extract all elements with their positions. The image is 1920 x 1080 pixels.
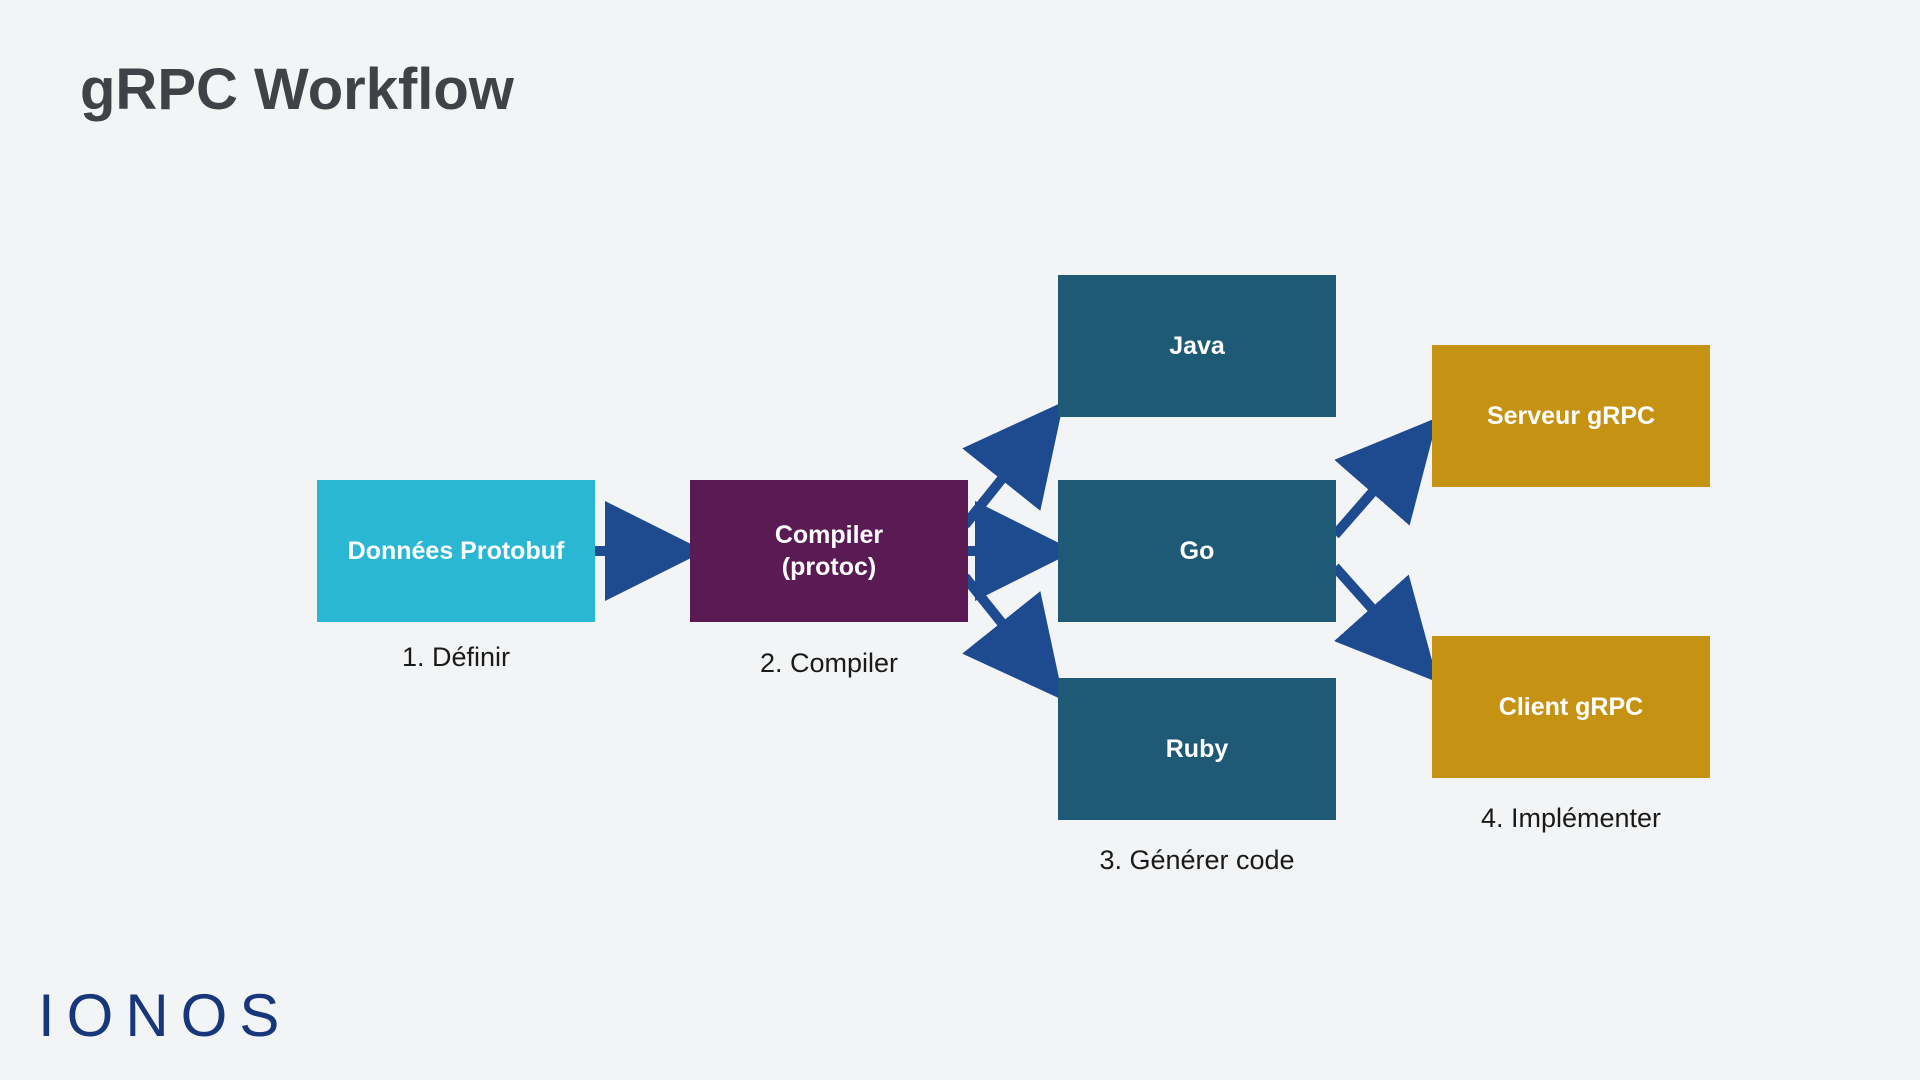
box-ruby-label: Ruby (1166, 733, 1229, 766)
page-title: gRPC Workflow (80, 56, 514, 123)
caption-step2: 2. Compiler (690, 648, 968, 679)
box-protobuf: Données Protobuf (317, 480, 595, 622)
box-client: Client gRPC (1432, 636, 1710, 778)
box-go-label: Go (1180, 535, 1215, 568)
box-go: Go (1058, 480, 1336, 622)
box-ruby: Ruby (1058, 678, 1336, 820)
box-java-label: Java (1169, 330, 1225, 363)
caption-step3: 3. Générer code (1058, 845, 1336, 876)
box-compiler-label: Compiler (protoc) (775, 519, 883, 584)
caption-step1: 1. Définir (317, 642, 595, 673)
box-compiler: Compiler (protoc) (690, 480, 968, 622)
box-compiler-label-l1: Compiler (775, 521, 883, 549)
box-protobuf-label: Données Protobuf (348, 535, 565, 568)
caption-step4: 4. Implémenter (1432, 803, 1710, 834)
box-java: Java (1058, 275, 1336, 417)
brand-logo: IONOS (38, 981, 291, 1050)
box-server-label: Serveur gRPC (1487, 400, 1655, 433)
box-client-label: Client gRPC (1499, 691, 1643, 724)
box-server: Serveur gRPC (1432, 345, 1710, 487)
box-compiler-label-l2: (protoc) (782, 553, 876, 581)
